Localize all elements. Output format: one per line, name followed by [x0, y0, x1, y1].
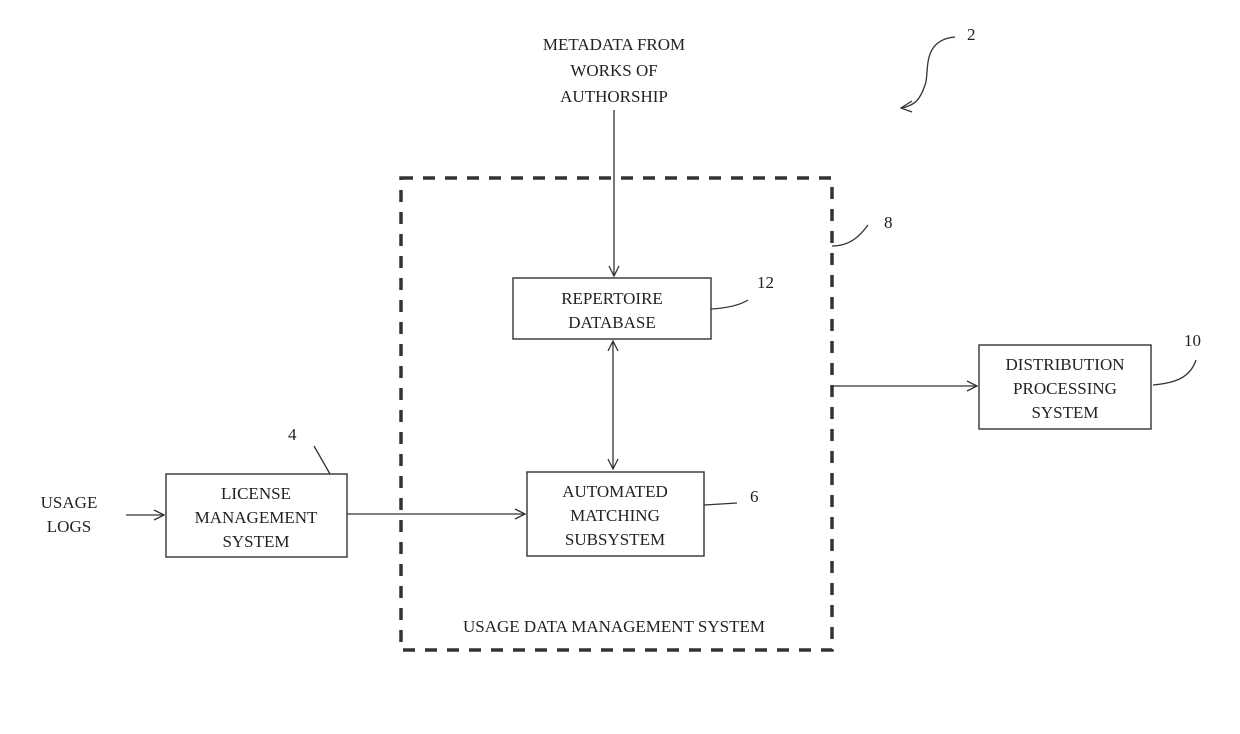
license-ref-number: 4: [288, 425, 297, 444]
matching-line-1: AUTOMATED: [562, 482, 667, 501]
matching-line-3: SUBSYSTEM: [565, 530, 665, 549]
repertoire-database-box: REPERTOIRE DATABASE: [512, 277, 712, 340]
matching-ref-leader: [703, 502, 738, 506]
repertoire-ref-number: 12: [757, 273, 774, 292]
license-ref-leader: [313, 445, 331, 475]
container-label: USAGE DATA MANAGEMENT SYSTEM: [463, 617, 765, 636]
figure-ref-number: 2: [967, 25, 976, 44]
distribution-ref-number: 10: [1184, 331, 1201, 350]
metadata-line-1: METADATA FROM: [543, 35, 685, 54]
repertoire-line-1: REPERTOIRE: [561, 289, 663, 308]
license-line-1: LICENSE: [221, 484, 291, 503]
distribution-line-3: SYSTEM: [1031, 403, 1098, 422]
matching-ref-number: 6: [750, 487, 759, 506]
license-line-3: SYSTEM: [222, 532, 289, 551]
metadata-input-label: METADATA FROM WORKS OF AUTHORSHIP: [543, 35, 685, 106]
license-management-system-box: LICENSE MANAGEMENT SYSTEM: [165, 473, 348, 558]
license-line-2: MANAGEMENT: [195, 508, 318, 527]
usage-logs-line-1: USAGE: [41, 493, 98, 512]
automated-matching-subsystem-box: AUTOMATED MATCHING SUBSYSTEM: [526, 471, 705, 557]
container-ref-leader: [831, 224, 869, 247]
metadata-line-2: WORKS OF: [570, 61, 657, 80]
usage-logs-line-2: LOGS: [47, 517, 91, 536]
distribution-processing-system-box: DISTRIBUTION PROCESSING SYSTEM: [978, 344, 1152, 430]
figure-reference: 2: [899, 25, 976, 113]
distribution-line-2: PROCESSING: [1013, 379, 1117, 398]
diagram-canvas: 2 METADATA FROM WORKS OF AUTHORSHIP USAG…: [41, 25, 1201, 652]
repertoire-ref-leader: [710, 299, 749, 310]
usage-data-management-container: [399, 176, 834, 652]
distribution-ref-leader: [1152, 359, 1197, 386]
repertoire-line-2: DATABASE: [568, 313, 655, 332]
matching-line-2: MATCHING: [570, 506, 660, 525]
container-ref-number: 8: [884, 213, 893, 232]
metadata-line-3: AUTHORSHIP: [560, 87, 668, 106]
figure-ref-leader: [901, 36, 956, 109]
distribution-line-1: DISTRIBUTION: [1006, 355, 1125, 374]
usage-logs-label: USAGE LOGS: [41, 493, 98, 536]
